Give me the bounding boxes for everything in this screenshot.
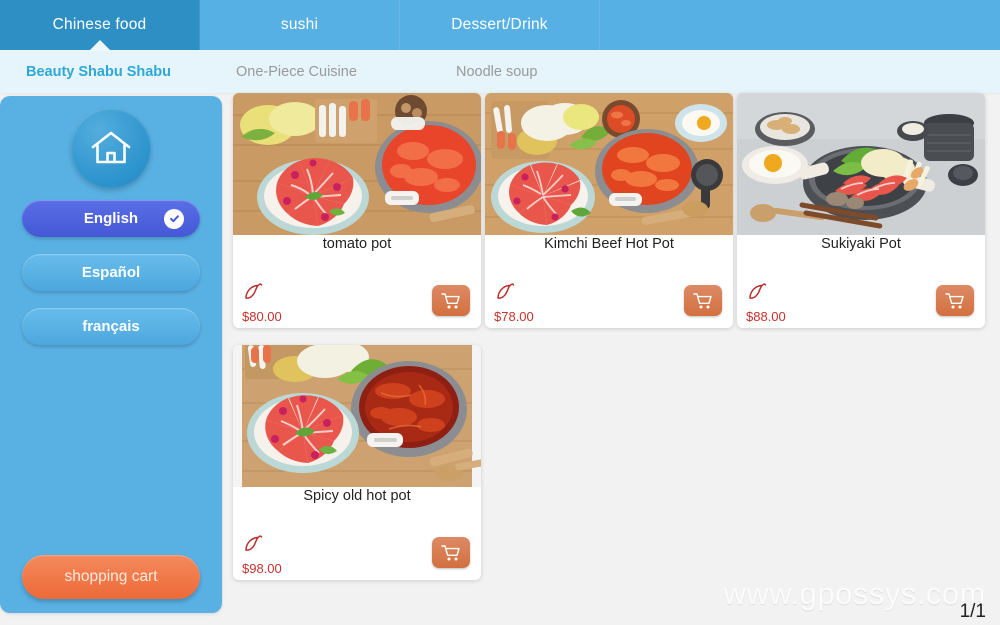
add-to-cart-button[interactable] <box>432 537 470 568</box>
main-content: English Español français shopping cart t… <box>0 93 1000 625</box>
top-tab-chinese-food[interactable]: Chinese food <box>0 0 200 51</box>
product-card[interactable]: Spicy old hot pot $98.00 <box>233 345 481 580</box>
top-tab-label: Dessert/Drink <box>451 16 548 33</box>
product-image-sukiyaki-pot <box>737 93 985 235</box>
sub-tab-noodle-soup[interactable]: Noodle soup <box>456 64 537 80</box>
shopping-cart-icon <box>441 292 460 308</box>
home-icon <box>91 131 131 164</box>
page-indicator: 1/1 <box>959 601 986 622</box>
add-to-cart-button[interactable] <box>936 285 974 316</box>
add-to-cart-button[interactable] <box>684 285 722 316</box>
product-name: tomato pot <box>322 236 392 252</box>
chili-pepper-icon <box>242 281 264 303</box>
home-button[interactable] <box>71 108 151 188</box>
sub-tab-one-piece-cuisine[interactable]: One-Piece Cuisine <box>236 64 456 80</box>
top-tab-bar: Chinese food sushi Dessert/Drink <box>0 0 1000 51</box>
sub-tab-bar: Beauty Shabu Shabu One-Piece Cuisine Noo… <box>0 50 1000 93</box>
top-tab-sushi[interactable]: sushi <box>200 0 400 50</box>
shopping-cart-button[interactable]: shopping cart <box>22 555 200 599</box>
product-card[interactable]: tomato pot $80.00 <box>233 93 481 328</box>
chili-pepper-icon <box>494 281 516 303</box>
shopping-cart-icon <box>441 544 460 560</box>
product-image-tomato-pot <box>233 93 481 235</box>
language-button-espanol[interactable]: Español <box>22 254 200 291</box>
product-grid: tomato pot $80.00 Kimchi Beef Hot Pot $7… <box>233 93 993 597</box>
sub-tab-beauty-shabu-shabu[interactable]: Beauty Shabu Shabu <box>26 64 236 80</box>
product-price: $78.00 <box>494 309 534 324</box>
top-tab-dessert-drink[interactable]: Dessert/Drink <box>400 0 600 50</box>
shopping-cart-icon <box>693 292 712 308</box>
product-name: Spicy old hot pot <box>303 488 411 504</box>
product-price: $98.00 <box>242 561 282 576</box>
add-to-cart-button[interactable] <box>432 285 470 316</box>
language-label: Español <box>81 264 141 281</box>
product-image-kimchi-beef-hot-pot <box>485 93 733 235</box>
language-label: français <box>82 318 140 335</box>
product-card[interactable]: Sukiyaki Pot $88.00 <box>737 93 985 328</box>
product-price: $80.00 <box>242 309 282 324</box>
product-price: $88.00 <box>746 309 786 324</box>
shopping-cart-icon <box>945 292 964 308</box>
selected-check-icon <box>164 208 184 229</box>
top-tab-label: sushi <box>280 16 319 33</box>
shopping-cart-label: shopping cart <box>64 568 158 585</box>
chili-pepper-icon <box>746 281 768 303</box>
language-label: English <box>83 210 139 227</box>
sidebar: English Español français shopping cart <box>0 96 222 613</box>
top-bar-filler <box>600 0 1000 50</box>
product-card[interactable]: Kimchi Beef Hot Pot $78.00 <box>485 93 733 328</box>
product-name: Sukiyaki Pot <box>821 236 901 252</box>
language-button-english[interactable]: English <box>22 200 200 237</box>
language-button-francais[interactable]: français <box>22 308 200 345</box>
product-image-spicy-old-hot-pot <box>233 345 481 487</box>
active-tab-caret-icon <box>88 40 111 51</box>
top-tab-label: Chinese food <box>52 16 147 33</box>
chili-pepper-icon <box>242 533 264 555</box>
product-name: Kimchi Beef Hot Pot <box>544 236 674 252</box>
